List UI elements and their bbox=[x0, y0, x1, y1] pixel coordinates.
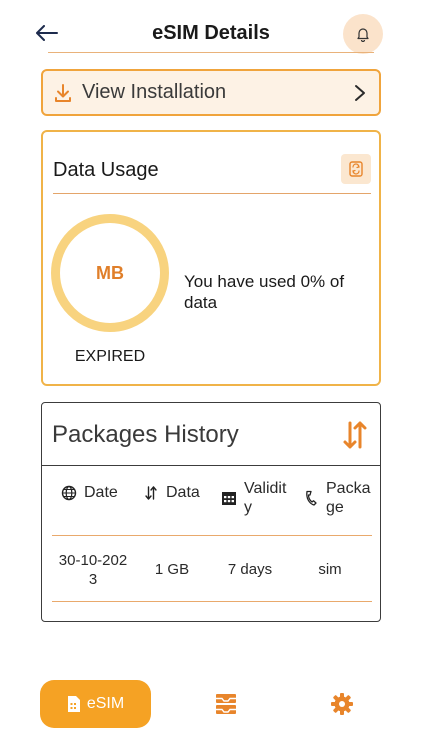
history-row-divider bbox=[52, 601, 372, 602]
column-package: Packa ge bbox=[302, 479, 370, 517]
header-divider bbox=[48, 52, 374, 53]
packages-history-title: Packages History bbox=[52, 421, 239, 448]
column-data-label: Data bbox=[166, 484, 200, 501]
refresh-usage-button[interactable] bbox=[341, 154, 371, 184]
inbox-icon bbox=[216, 694, 236, 714]
data-usage-card: Data Usage MB EXPIRED You have used 0% o… bbox=[41, 130, 381, 386]
nav-esim-button[interactable]: eSIM bbox=[40, 680, 151, 728]
chevron-right-icon bbox=[351, 83, 369, 103]
bottom-nav: eSIM bbox=[0, 680, 422, 730]
usage-summary: You have used 0% of data bbox=[184, 272, 345, 312]
nav-esim-label: eSIM bbox=[86, 695, 125, 712]
view-installation-label: View Installation bbox=[82, 81, 227, 103]
row-validity: 7 days bbox=[227, 561, 273, 578]
sort-button[interactable] bbox=[340, 419, 370, 451]
view-installation-button[interactable]: View Installation bbox=[41, 69, 381, 116]
column-validity: Validit y bbox=[220, 479, 286, 517]
gear-icon bbox=[331, 693, 353, 715]
column-date: Date bbox=[60, 483, 118, 502]
nav-settings-button[interactable] bbox=[330, 692, 354, 716]
bell-icon bbox=[357, 28, 369, 42]
row-package: sim bbox=[318, 561, 342, 578]
notifications-button[interactable] bbox=[343, 14, 383, 54]
nav-inbox-button[interactable] bbox=[214, 692, 238, 716]
usage-unit: MB bbox=[96, 262, 124, 283]
phone-icon bbox=[302, 489, 320, 507]
usage-status: EXPIRED bbox=[74, 348, 146, 365]
refresh-icon bbox=[349, 161, 363, 177]
sim-card-icon bbox=[67, 696, 80, 712]
column-date-label: Date bbox=[84, 484, 118, 501]
history-divider bbox=[42, 465, 380, 466]
globe-icon bbox=[60, 484, 78, 502]
header: eSIM Details bbox=[0, 0, 422, 58]
column-package-label: Packa ge bbox=[326, 480, 371, 516]
history-header-divider bbox=[52, 535, 372, 536]
row-data: 1 GB bbox=[154, 561, 190, 578]
data-usage-title: Data Usage bbox=[53, 159, 159, 181]
column-validity-label: Validit y bbox=[244, 480, 287, 516]
calendar-icon bbox=[220, 489, 238, 507]
download-icon bbox=[52, 82, 74, 104]
sort-arrows-icon bbox=[343, 421, 367, 449]
data-usage-divider bbox=[53, 193, 371, 194]
up-down-arrows-icon bbox=[142, 484, 160, 502]
row-date: 30-10-202 3 bbox=[58, 552, 128, 588]
packages-history-card: Packages History Date Data Validit y Pac… bbox=[41, 402, 381, 622]
usage-ring: MB bbox=[51, 214, 169, 332]
column-data: Data bbox=[142, 483, 200, 502]
